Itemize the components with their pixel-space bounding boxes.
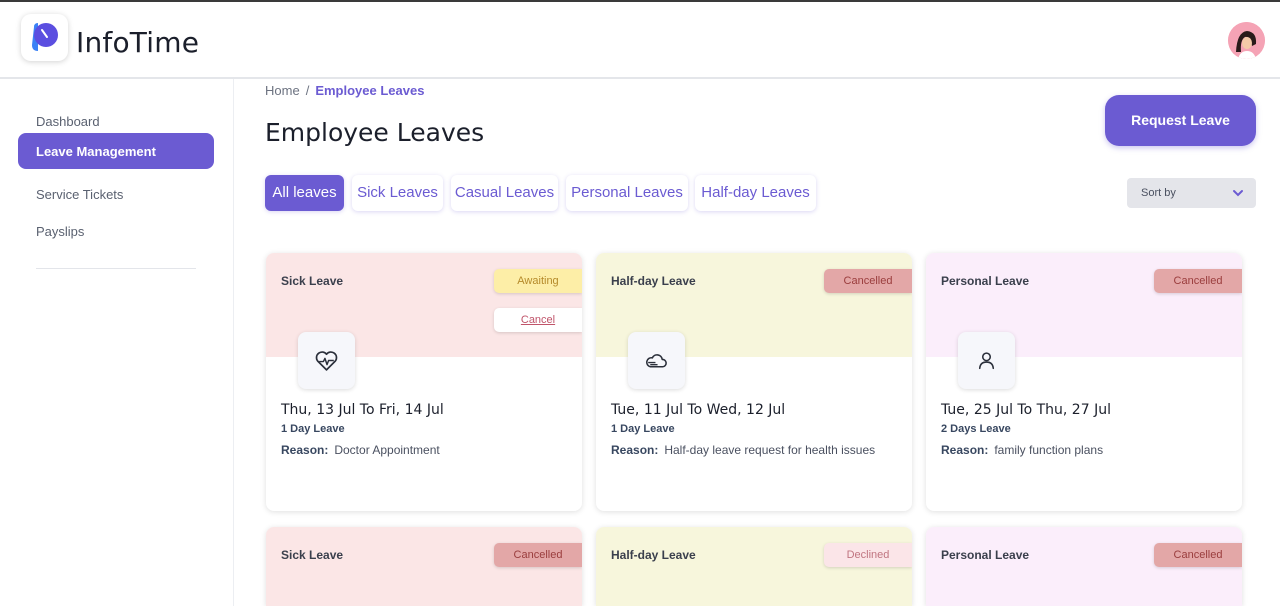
cloud-icon bbox=[645, 354, 667, 368]
tab-halfday-leaves[interactable]: Half-day Leaves bbox=[695, 175, 816, 211]
leave-dates: Tue, 25 Jul To Thu, 27 Jul bbox=[941, 402, 1111, 418]
user-avatar-icon bbox=[1228, 22, 1265, 59]
leave-duration: 1 Day Leave bbox=[281, 423, 345, 435]
status-badge: Cancelled bbox=[1154, 543, 1242, 567]
cancel-button[interactable]: Cancel bbox=[494, 308, 582, 332]
leave-dates: Thu, 13 Jul To Fri, 14 Jul bbox=[281, 402, 444, 418]
top-bar: InfoTime bbox=[0, 0, 1280, 79]
leave-type-label: Half-day Leave bbox=[611, 274, 696, 288]
tab-personal-leaves[interactable]: Personal Leaves bbox=[566, 175, 688, 211]
leave-reason: Reason: Doctor Appointment bbox=[281, 443, 440, 457]
leave-type-label: Half-day Leave bbox=[611, 548, 696, 562]
logo-icon bbox=[32, 23, 58, 51]
heartbeat-icon bbox=[315, 351, 338, 371]
breadcrumb-home[interactable]: Home bbox=[265, 83, 300, 98]
app-logo[interactable] bbox=[21, 14, 68, 61]
sidebar-item-label: Service Tickets bbox=[36, 187, 124, 202]
sidebar-item-label: Dashboard bbox=[36, 114, 100, 129]
breadcrumb-separator: / bbox=[305, 83, 310, 98]
breadcrumb-current: Employee Leaves bbox=[315, 83, 425, 98]
app-name: InfoTime bbox=[76, 26, 200, 59]
status-badge: Cancelled bbox=[1154, 269, 1242, 293]
status-badge: Cancelled bbox=[494, 543, 582, 567]
sidebar: Dashboard Leave Management Service Ticke… bbox=[0, 79, 234, 606]
status-badge: Awaiting bbox=[494, 269, 582, 293]
page-title: Employee Leaves bbox=[265, 118, 485, 147]
sort-dropdown[interactable]: Sort by bbox=[1127, 178, 1256, 208]
reason-label: Reason: bbox=[281, 443, 329, 457]
person-icon bbox=[978, 352, 995, 370]
request-leave-button[interactable]: Request Leave bbox=[1105, 95, 1256, 146]
sidebar-item-label: Payslips bbox=[36, 224, 85, 239]
sidebar-item-leave-management[interactable]: Leave Management bbox=[18, 133, 214, 169]
leave-duration: 1 Day Leave bbox=[611, 423, 675, 435]
leave-reason: Reason: family function plans bbox=[941, 443, 1103, 457]
reason-text: Half-day leave request for health issues bbox=[664, 443, 876, 457]
tab-all-leaves[interactable]: All leaves bbox=[265, 175, 344, 211]
reason-label: Reason: bbox=[941, 443, 989, 457]
reason-label: Reason: bbox=[611, 443, 659, 457]
avatar[interactable] bbox=[1228, 22, 1265, 59]
status-badge: Declined bbox=[824, 543, 912, 567]
leave-type-label: Personal Leave bbox=[941, 548, 1030, 562]
sidebar-item-service-tickets[interactable]: Service Tickets bbox=[18, 176, 214, 212]
breadcrumb: Home / Employee Leaves bbox=[265, 83, 424, 98]
tab-casual-leaves[interactable]: Casual Leaves bbox=[451, 175, 558, 211]
status-badge: Cancelled bbox=[824, 269, 912, 293]
leave-type-label: Personal Leave bbox=[941, 274, 1030, 288]
tab-sick-leaves[interactable]: Sick Leaves bbox=[352, 175, 443, 211]
leave-duration: 2 Days Leave bbox=[941, 423, 1011, 435]
leave-card: Personal Leave Cancelled bbox=[926, 527, 1242, 606]
leave-card: Half-day Leave Declined bbox=[596, 527, 912, 606]
leave-card: Sick Leave Cancelled bbox=[266, 527, 582, 606]
sidebar-divider bbox=[36, 268, 196, 269]
leave-dates: Tue, 11 Jul To Wed, 12 Jul bbox=[611, 402, 786, 418]
leave-icon-box bbox=[298, 332, 355, 389]
chevron-down-icon bbox=[1233, 190, 1243, 197]
leave-icon-box bbox=[628, 332, 685, 389]
leave-type-label: Sick Leave bbox=[281, 274, 344, 288]
reason-text: Doctor Appointment bbox=[334, 443, 440, 457]
leave-reason: Reason: Half-day leave request for health… bbox=[611, 443, 875, 457]
sort-label: Sort by bbox=[1141, 187, 1176, 199]
sidebar-item-payslips[interactable]: Payslips bbox=[18, 213, 214, 249]
reason-text: family function plans bbox=[994, 443, 1104, 457]
leave-card: Sick Leave Awaiting Cancel Thu, 13 Jul T… bbox=[266, 253, 582, 511]
leave-card: Personal Leave Cancelled Tue, 25 Jul To … bbox=[926, 253, 1242, 511]
leave-card: Half-day Leave Cancelled Tue, 11 Jul To … bbox=[596, 253, 912, 511]
sidebar-item-label: Leave Management bbox=[36, 144, 156, 159]
leave-type-label: Sick Leave bbox=[281, 548, 344, 562]
leave-icon-box bbox=[958, 332, 1015, 389]
